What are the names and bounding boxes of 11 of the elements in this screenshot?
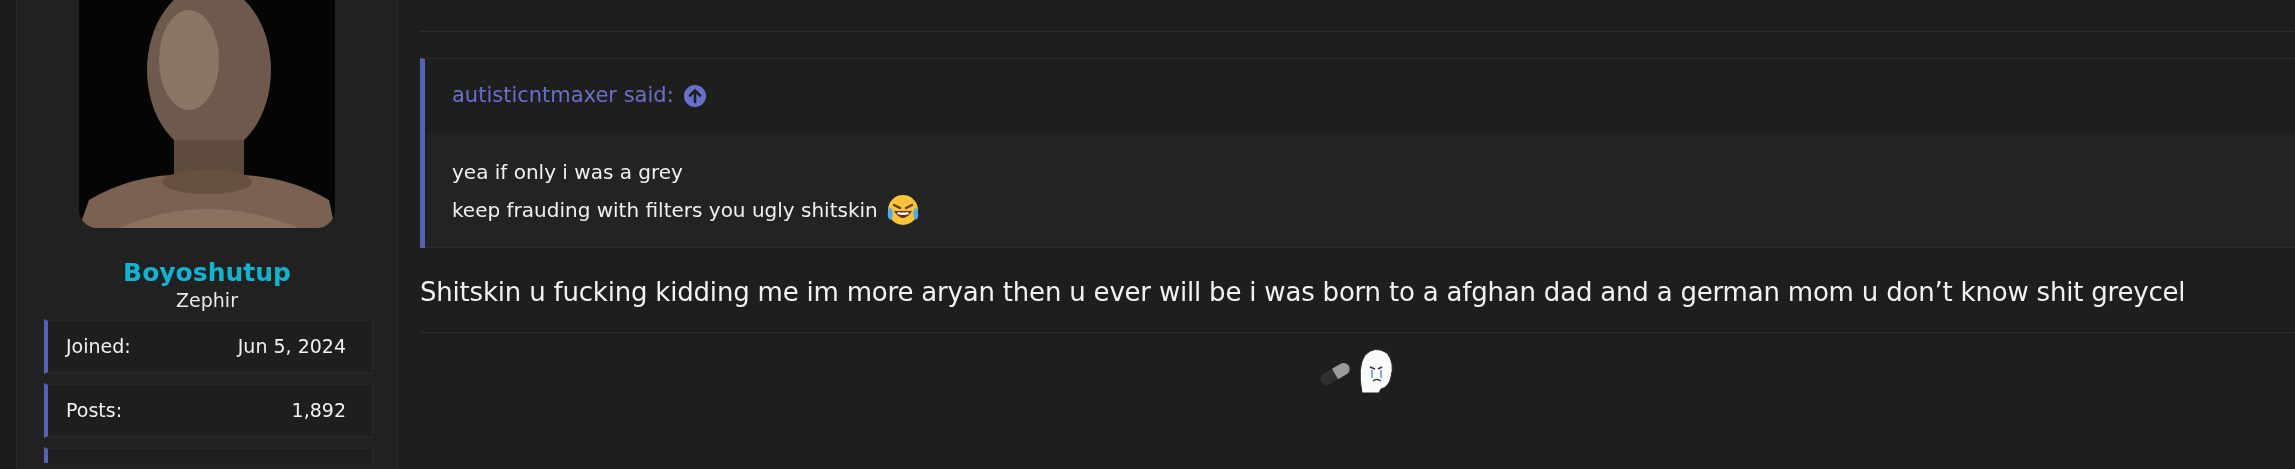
quote-text: keep frauding with filters you ugly shitskin [452,197,878,224]
username-link[interactable]: Boyoshutup [123,258,291,288]
user-title: Zephir [176,288,238,313]
stat-value: Jun 5, 2024 [237,333,346,359]
post-text: Shitskin u fucking kidding me im more aryan then u ever will be i was born to a afghan dad and a german mom u don’t know shit greycel [420,248,2295,333]
stat-value: 1,892 [291,397,346,423]
stat-label: Posts: [66,397,123,423]
quote-author-link[interactable]: autisticntmaxer said: [452,80,674,112]
quote-text: yea if only i was a grey [452,159,683,186]
stat-label: Joined: [66,333,131,359]
laughing-crying-emoji-icon [885,193,920,227]
